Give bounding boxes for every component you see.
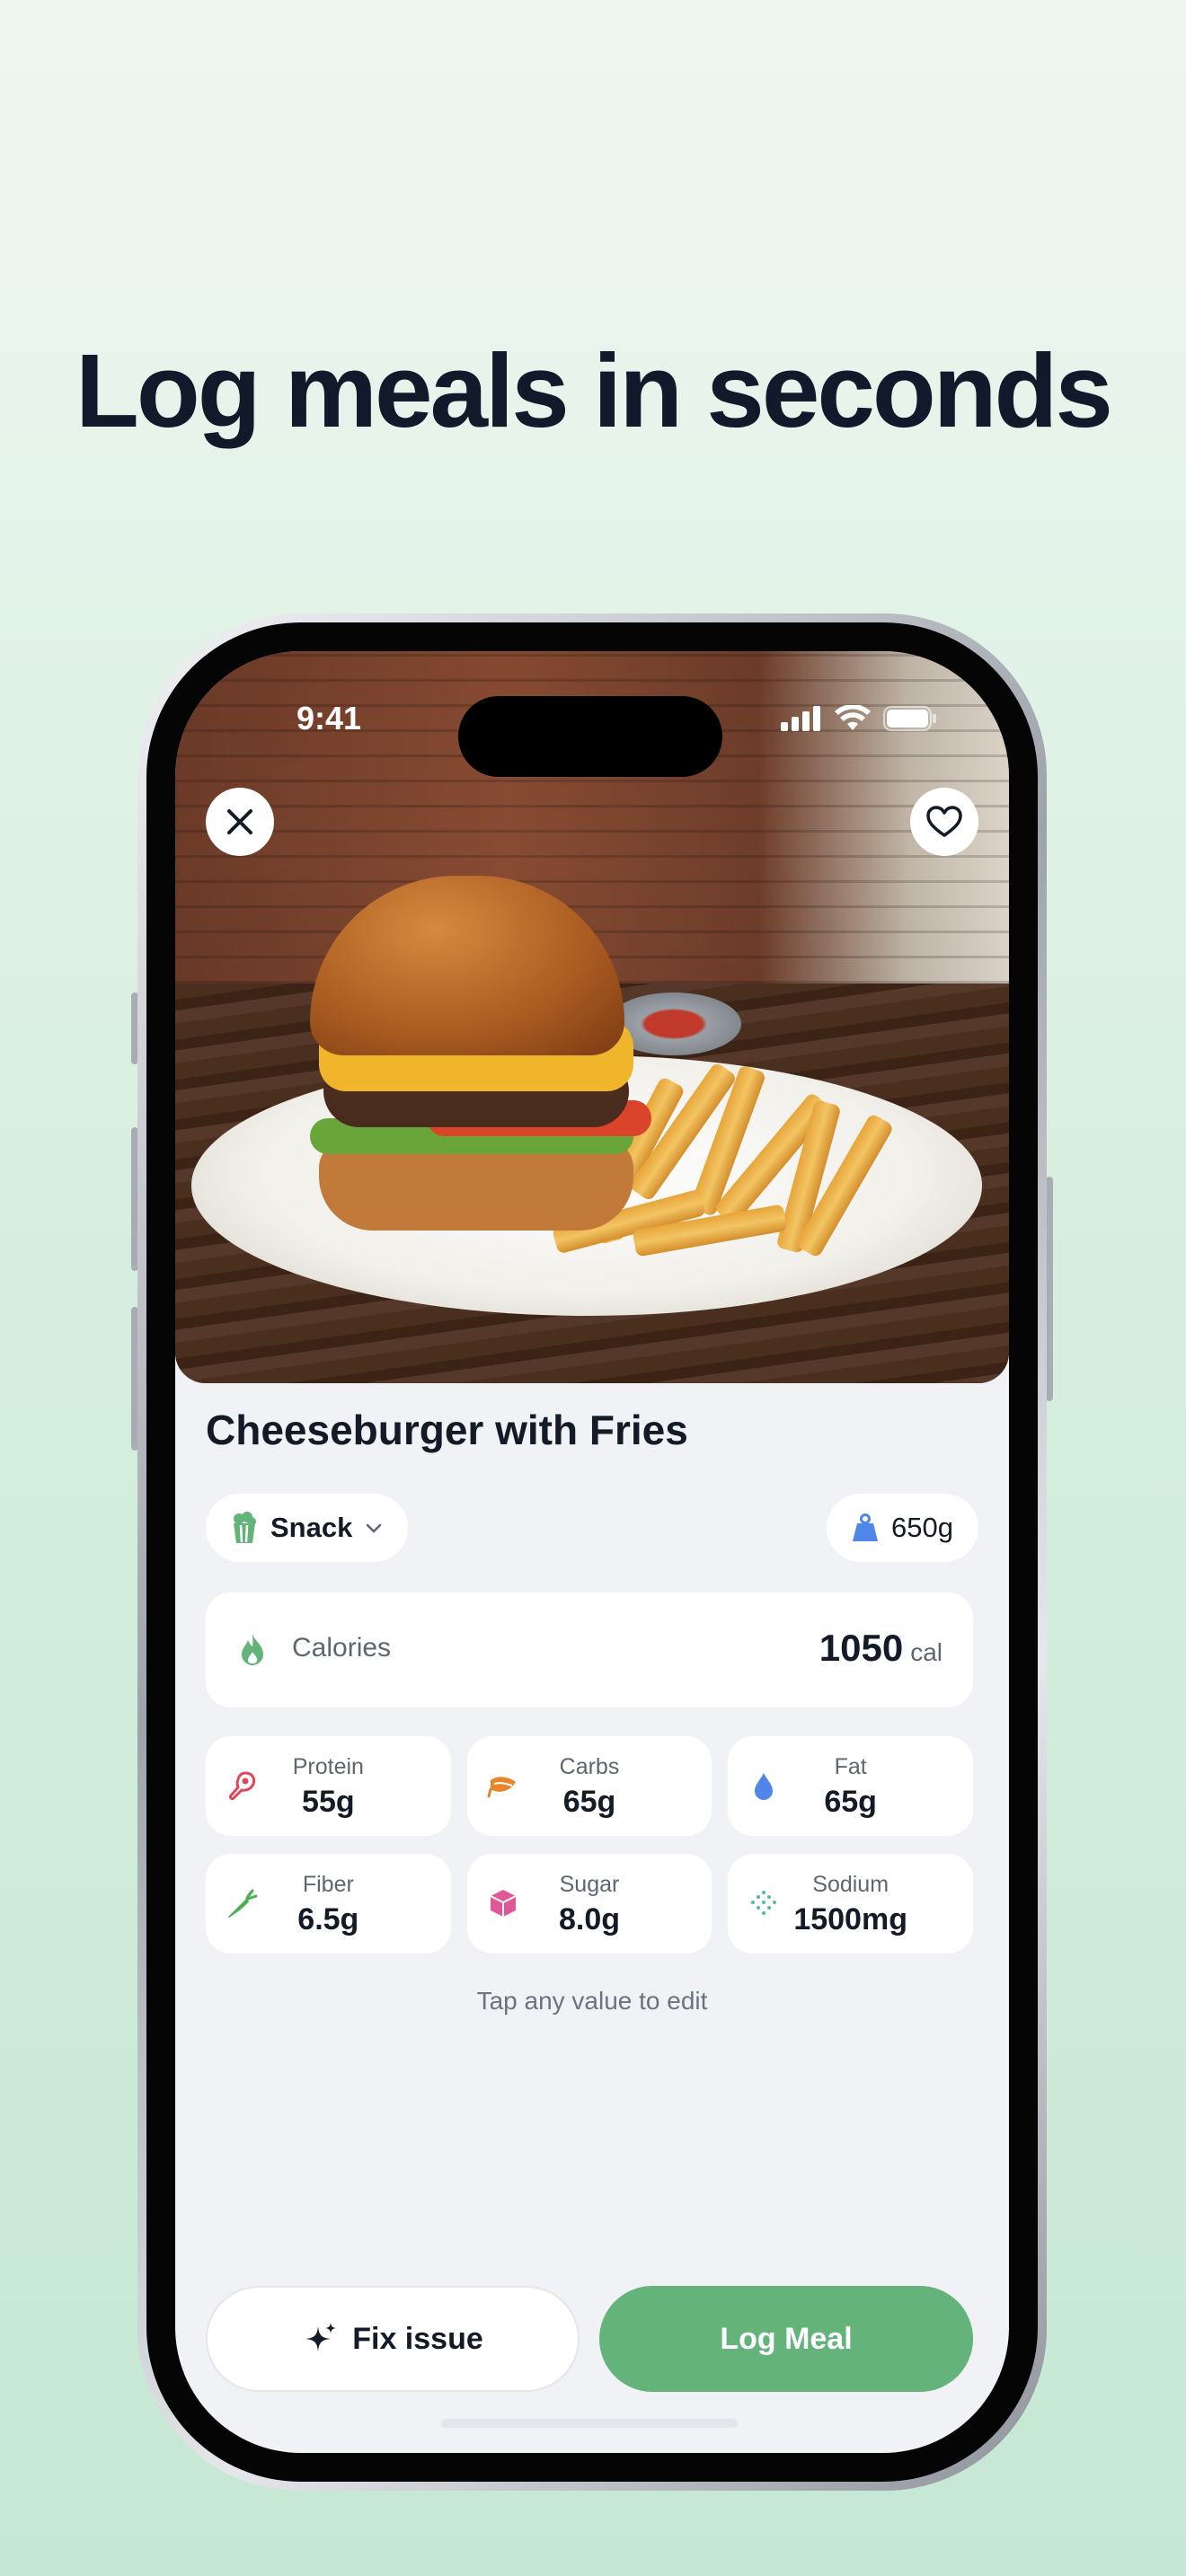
headline: Log meals in seconds xyxy=(75,332,1113,449)
calories-label: Calories xyxy=(292,1633,392,1663)
nutrient-value: 55g xyxy=(302,1785,355,1819)
nutrient-label: Fat xyxy=(834,1754,867,1779)
status-bar: 9:41 xyxy=(175,696,1009,777)
nutrient-label: Protein xyxy=(292,1754,364,1779)
nutrient-card-protein[interactable]: Protein 55g xyxy=(206,1736,451,1836)
nutrient-value: 65g xyxy=(824,1785,877,1819)
nutrient-card-sodium[interactable]: Sodium 1500mg xyxy=(728,1854,973,1954)
calories-unit: cal xyxy=(910,1638,943,1666)
nutrient-card-carbs[interactable]: Carbs 65g xyxy=(466,1736,712,1836)
nutrient-card-fat[interactable]: Fat 65g xyxy=(728,1736,973,1836)
favorite-button[interactable] xyxy=(910,788,978,856)
popcorn-icon xyxy=(234,1512,256,1543)
nutrient-value: 8.0g xyxy=(558,1902,621,1936)
dynamic-island xyxy=(458,696,722,777)
log-meal-button[interactable]: Log Meal xyxy=(599,2286,973,2392)
chevron-down-icon xyxy=(367,1523,382,1533)
wifi-icon xyxy=(835,705,871,730)
nutrient-value: 6.5g xyxy=(297,1902,359,1936)
sparkle-icon xyxy=(305,2323,337,2351)
calories-value: 1050 xyxy=(819,1627,904,1669)
phone-power-button xyxy=(1046,1177,1053,1401)
status-time: 9:41 xyxy=(296,700,362,737)
meal-weight-button[interactable]: 650g xyxy=(827,1494,978,1562)
fix-issue-button[interactable]: Fix issue xyxy=(206,2286,580,2392)
weight-icon xyxy=(853,1513,879,1541)
heart-icon xyxy=(926,806,962,837)
phone-screen: 9:41 Cheeseburger with Fries Snack 650g … xyxy=(175,651,1009,2453)
close-icon xyxy=(227,809,252,834)
meal-category-dropdown[interactable]: Snack xyxy=(206,1494,409,1562)
nutrient-card-sugar[interactable]: Sugar 8.0g xyxy=(466,1854,712,1954)
calories-card[interactable]: Calories 1050 cal xyxy=(206,1592,973,1707)
meal-title: Cheeseburger with Fries xyxy=(206,1407,688,1453)
edit-hint: Tap any value to edit xyxy=(476,1987,708,2015)
close-button[interactable] xyxy=(206,788,274,856)
fix-issue-label: Fix issue xyxy=(352,2321,483,2356)
flame-icon xyxy=(242,1634,263,1665)
battery-icon xyxy=(883,706,936,731)
cellular-signal-icon xyxy=(781,706,820,731)
nutrient-value: 1500mg xyxy=(793,1902,907,1936)
calories-value-wrap: 1050 cal xyxy=(819,1627,943,1670)
nutrient-grid: Protein 55g Carbs 65g Fat 65g Fiber 6.5g… xyxy=(206,1736,973,1954)
nutrient-card-fiber[interactable]: Fiber 6.5g xyxy=(206,1854,451,1954)
meal-category-label: Snack xyxy=(270,1512,353,1543)
log-meal-label: Log Meal xyxy=(720,2321,853,2356)
nutrient-label: Fiber xyxy=(302,1872,354,1897)
nutrient-label: Sugar xyxy=(559,1872,620,1897)
nutrient-value: 65g xyxy=(562,1785,616,1819)
meal-weight-value: 650g xyxy=(891,1512,953,1543)
phone-frame: 9:41 Cheeseburger with Fries Snack 650g … xyxy=(137,613,1047,2491)
nutrient-label: Carbs xyxy=(559,1754,620,1779)
nutrient-label: Sodium xyxy=(812,1872,890,1897)
home-indicator xyxy=(441,2419,738,2428)
